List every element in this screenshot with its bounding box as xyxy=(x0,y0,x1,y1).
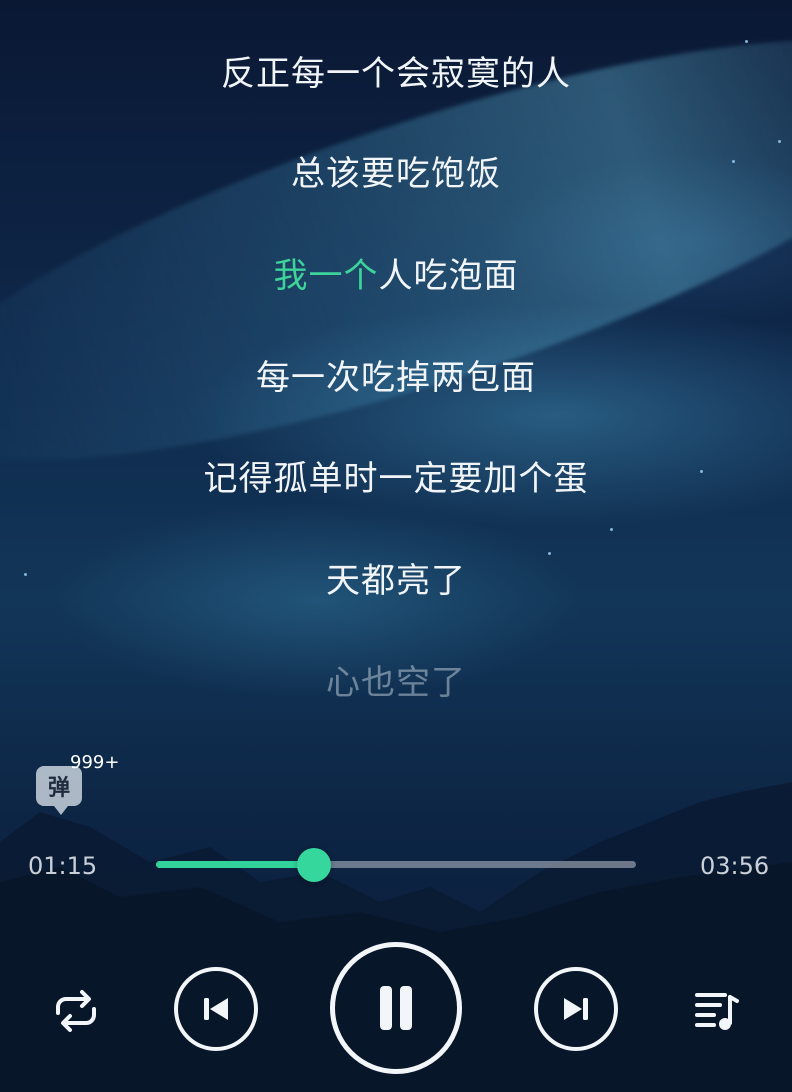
progress-bar[interactable] xyxy=(156,848,636,882)
lyric-line: 总该要吃饱饭 xyxy=(291,154,501,194)
lyric-line: 反正每一个会寂寞的人 xyxy=(221,54,571,94)
lyric-line: 天都亮了 xyxy=(326,561,466,601)
star xyxy=(745,40,748,43)
lyric-sung-part: 我一个 xyxy=(273,256,379,296)
next-button[interactable] xyxy=(534,967,618,1051)
previous-button[interactable] xyxy=(174,967,258,1051)
repeat-icon xyxy=(56,990,96,1032)
star xyxy=(610,528,613,531)
repeat-button[interactable] xyxy=(48,983,104,1039)
lyric-line: 每一次吃掉两包面 xyxy=(256,358,536,398)
playlist-icon xyxy=(695,993,739,1030)
lyric-line-current: 我一个人吃泡面 xyxy=(0,248,792,297)
skip-previous-icon xyxy=(204,998,228,1020)
danmu-label: 弹 xyxy=(47,776,70,801)
progress-fill xyxy=(156,861,315,868)
lyric-line: 记得孤单时一定要加个蛋 xyxy=(203,459,589,499)
pause-icon xyxy=(380,986,412,1030)
pause-button[interactable] xyxy=(330,942,462,1074)
playlist-button[interactable] xyxy=(692,985,742,1035)
lyric-unsung-part: 人吃泡面 xyxy=(378,256,519,296)
skip-next-icon xyxy=(564,998,588,1020)
total-time: 03:56 xyxy=(700,852,770,880)
star xyxy=(778,140,781,143)
lyric-line: 心也空了 xyxy=(326,663,466,703)
current-time: 01:15 xyxy=(28,852,98,880)
danmu-count-badge: 999+ xyxy=(70,752,120,773)
